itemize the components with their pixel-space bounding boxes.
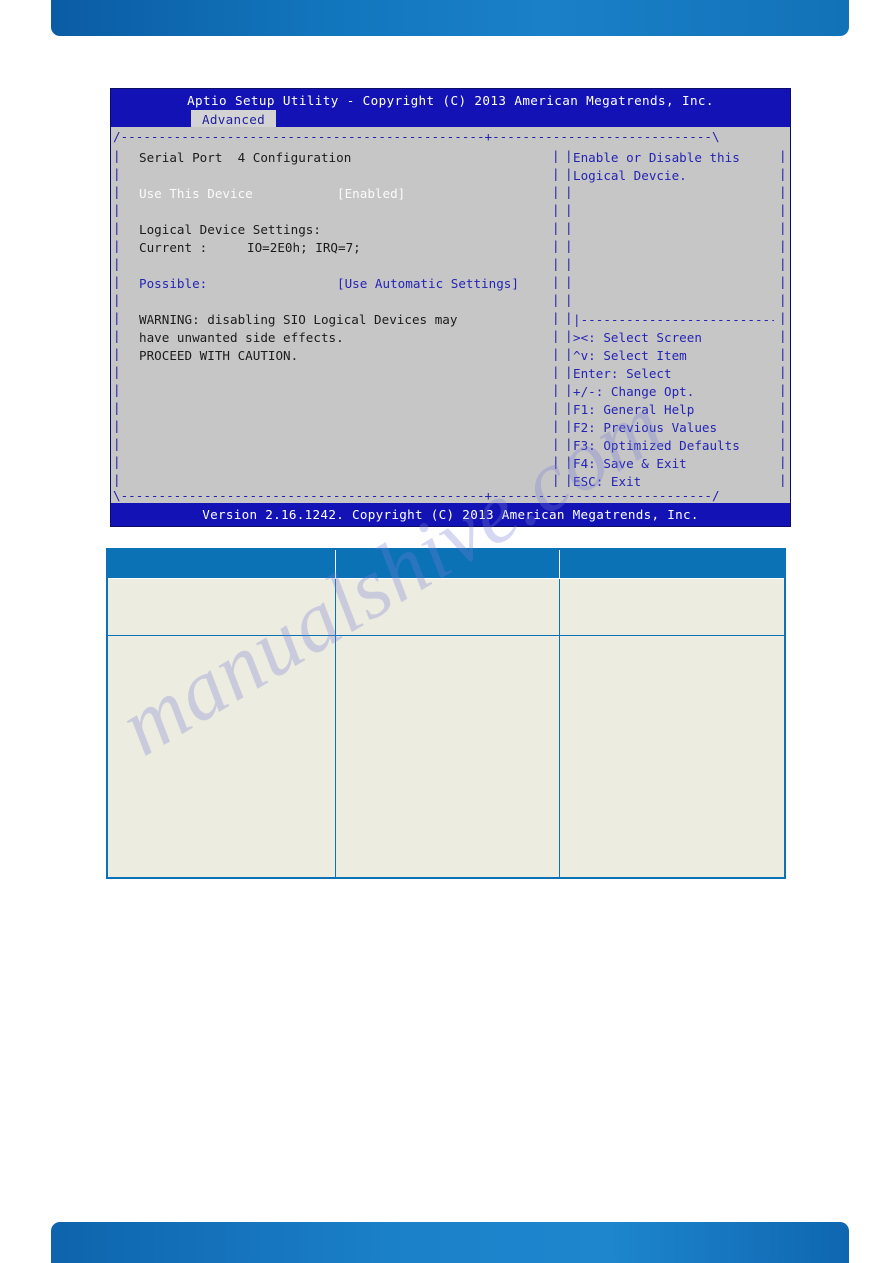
help-spacer-7 <box>573 293 774 311</box>
table-cell <box>558 634 786 879</box>
help-spacer-6 <box>573 275 774 293</box>
bios-frame-bottom: \---------------------------------------… <box>113 488 720 503</box>
current-value: IO=2E0h; IRQ=7; <box>247 240 361 255</box>
possible-value[interactable]: [Use Automatic Settings] <box>337 276 519 291</box>
help-spacer-5 <box>573 257 774 275</box>
warning-line-2: have unwanted side effects. <box>139 330 344 345</box>
bios-settings-list: Serial Port 4 Configuration Use This Dev… <box>139 149 547 365</box>
setting-row-use-this-device[interactable]: Use This Device [Enabled] <box>139 185 547 203</box>
key-hint-select-item: ^v: Select Item <box>573 348 687 363</box>
current-settings-row: Current : IO=2E0h; IRQ=7; <box>139 239 547 257</box>
use-this-device-value[interactable]: [Enabled] <box>337 186 405 201</box>
table-header-cell-3 <box>558 549 785 579</box>
key-hint-f2-previous-values: F2: Previous Values <box>573 420 718 435</box>
bios-title-bar: Aptio Setup Utility - Copyright (C) 2013… <box>111 89 790 132</box>
table-header-cell-2 <box>334 549 560 579</box>
logical-device-settings-label: Logical Device Settings: <box>139 222 321 237</box>
key-hint-select-screen: ><: Select Screen <box>573 330 702 345</box>
bios-body: /---------------------------------------… <box>111 127 790 505</box>
table-header-cell-1 <box>107 549 336 579</box>
setting-row-possible[interactable]: Possible: [Use Automatic Settings] <box>139 275 547 293</box>
table-cell <box>334 577 560 636</box>
help-spacer-4 <box>573 239 774 257</box>
help-separator: |---------------------------- <box>573 312 774 327</box>
pane-left-border-right: | | | | | | | | | | | | | | | | | | | <box>552 148 560 487</box>
key-hint-f4-save-exit: F4: Save & Exit <box>573 456 687 471</box>
pane-right-border-right: | | | | | | | | | | | | | | | | | | | <box>779 148 787 487</box>
bios-version-footer: Version 2.16.1242. Copyright (C) 2013 Am… <box>111 503 790 526</box>
key-hint-enter-select: Enter: Select <box>573 366 672 381</box>
bios-frame-top: /---------------------------------------… <box>113 129 720 144</box>
help-spacer-3 <box>573 221 774 239</box>
bios-settings-pane: | | | | | | | | | | | | | | | | | | | | | | | | | | | | | | | | | | | | | | … <box>111 147 563 487</box>
table-row <box>106 577 786 636</box>
pane-left-border-left: | | | | | | | | | | | | | | | | | | | <box>113 148 121 487</box>
bios-help-content: Enable or Disable this Logical Devcie. |… <box>573 149 774 491</box>
help-spacer-1 <box>573 185 774 203</box>
table-header-row <box>107 549 785 579</box>
bios-setup-screenshot: Aptio Setup Utility - Copyright (C) 2013… <box>110 88 791 527</box>
table-cell <box>558 577 786 636</box>
table-cell <box>334 634 560 879</box>
section-title: Serial Port 4 Configuration <box>139 150 352 165</box>
key-hint-f3-optimized-defaults: F3: Optimized Defaults <box>573 438 740 453</box>
use-this-device-label: Use This Device <box>139 186 253 201</box>
help-text-line-2: Logical Devcie. <box>573 168 687 183</box>
warning-line-1: WARNING: disabling SIO Logical Devices m… <box>139 312 458 327</box>
warning-line-3: PROCEED WITH CAUTION. <box>139 348 299 363</box>
manual-page: Aptio Setup Utility - Copyright (C) 2013… <box>0 0 893 1263</box>
description-table <box>106 548 786 879</box>
key-hint-f1-general-help: F1: General Help <box>573 402 695 417</box>
current-label: Current : <box>139 240 208 255</box>
table-cell <box>106 577 336 636</box>
page-footer-bar <box>51 1222 849 1263</box>
bios-title: Aptio Setup Utility - Copyright (C) 2013… <box>187 93 714 108</box>
key-hint-change-opt: +/-: Change Opt. <box>573 384 695 399</box>
help-text-line-1: Enable or Disable this <box>573 150 740 165</box>
table-row <box>106 634 786 879</box>
bios-help-pane: | | | | | | | | | | | | | | | | | | | | | | | | | | | | | | | | | | | | | | … <box>563 147 790 489</box>
table-cell <box>106 634 336 879</box>
help-spacer-2 <box>573 203 774 221</box>
bios-panes: | | | | | | | | | | | | | | | | | | | | | | | | | | | | | | | | | | | | | | … <box>111 147 790 489</box>
possible-label: Possible: <box>139 276 208 291</box>
page-header-bar <box>51 0 849 36</box>
